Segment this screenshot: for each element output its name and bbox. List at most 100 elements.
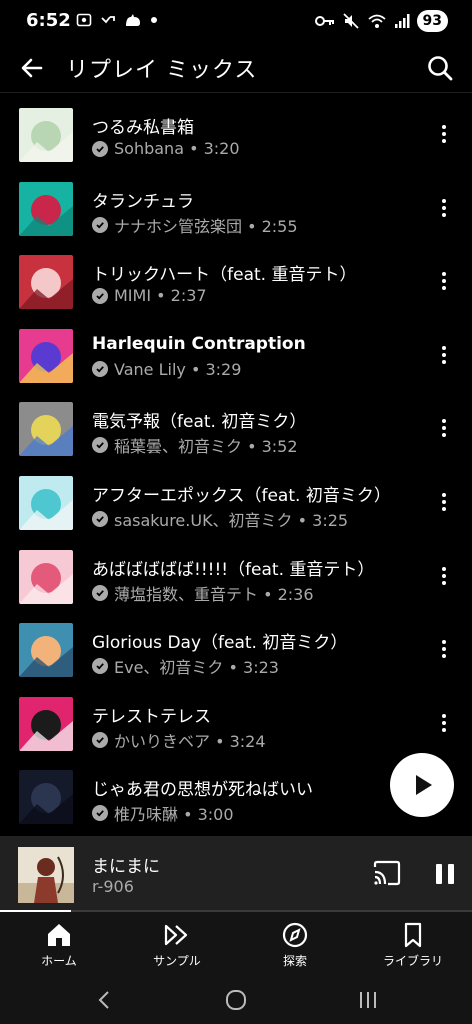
track-title: アフターエポックス（feat. 初音ミク） [92,485,391,506]
system-recents-button[interactable] [352,986,384,1014]
samples-icon [164,924,188,946]
nav-library[interactable]: ライブラリ [354,912,472,978]
nav-samples[interactable]: サンプル [118,912,236,978]
track-row[interactable]: あばばばばば!!!!!（feat. 重音テト） 薄塩指数、重音テト • 2:36 [0,540,472,614]
status-bar: 6:52 93 [0,0,472,44]
track-row[interactable]: 電気予報（feat. 初音ミク） 稲葉曇、初音ミク • 3:52 [0,392,472,466]
track-artwork [19,328,73,383]
track-list: つるみ私書箱 Sohbana • 3:20 タランチュラ ナナホシ管弦楽団 • 2:5… [0,98,472,834]
track-artist-duration: かいりきベア • 3:24 [114,731,266,751]
wifi-icon [367,14,386,28]
track-row[interactable]: つるみ私書箱 Sohbana • 3:20 [0,98,472,172]
track-title: Harlequin Contraption [92,333,306,354]
track-subtitle: Sohbana • 3:20 [92,139,240,158]
track-artwork [19,770,73,825]
mute-icon [342,13,359,29]
verified-check-icon [92,584,108,601]
system-back-button[interactable] [88,986,120,1014]
search-button[interactable] [422,50,458,86]
nav-home[interactable]: ホーム [0,912,118,978]
battery-badge: 93 [416,10,448,32]
verified-check-icon [92,287,108,304]
verified-check-icon [92,510,108,527]
track-title: トリックハート（feat. 重音テト） [92,265,357,286]
track-artwork [19,181,73,236]
status-time: 6:52 [26,10,71,31]
pause-icon [436,864,442,884]
track-artwork [19,549,73,604]
verified-check-icon [92,216,108,233]
verified-check-icon [92,140,108,157]
track-title: タランチュラ [92,191,194,212]
track-subtitle: かいりきベア • 3:24 [92,728,266,752]
page-title: リプレイ ミックス [66,58,258,83]
more-options-icon[interactable] [436,122,452,146]
track-row[interactable]: Harlequin Contraption Vane Lily • 3:29 [0,319,472,393]
library-icon [404,922,422,948]
track-artwork [19,696,73,751]
track-artist-duration: ナナホシ管弦楽団 • 2:55 [114,216,298,236]
mini-player[interactable]: まにまに r-906 [0,836,472,912]
mini-player-title: まにまに [92,857,160,877]
track-artist-duration: 椎乃味醂 • 3:00 [114,805,234,825]
system-navigation-bar [0,978,472,1024]
more-options-icon[interactable] [436,637,452,661]
nav-explore[interactable]: 探索 [236,912,354,978]
track-row[interactable]: トリックハート（feat. 重音テト） MIMI • 2:37 [0,245,472,319]
track-title: つるみ私書箱 [92,118,194,138]
mini-player-artist: r-906 [92,877,134,896]
bottom-navigation: ホーム サンプル 探索 ライブラリ [0,912,472,978]
explore-icon [282,922,308,948]
track-row[interactable]: Glorious Day（feat. 初音ミク） Eve、初音ミク • 3:23 [0,613,472,687]
verified-check-icon [92,805,108,822]
status-left-icons [76,12,158,28]
recents-icon [360,992,376,1008]
play-icon [416,775,432,795]
play-all-button[interactable] [390,753,454,817]
track-artist-duration: Eve、初音ミク • 3:23 [114,658,279,678]
more-options-icon[interactable] [436,196,452,220]
search-icon [428,56,453,81]
track-artwork [19,255,73,310]
track-subtitle: sasakure.UK、初音ミク • 3:25 [92,507,348,531]
track-artist-duration: 稲葉曇、初音ミク • 3:52 [114,437,298,457]
verified-check-icon [92,437,108,454]
track-artwork [19,402,73,457]
track-row[interactable]: タランチュラナナホシ管弦楽団 • 2:55 [0,172,472,246]
more-options-icon[interactable] [436,343,452,367]
dot-icon [151,17,157,23]
home-icon [48,924,70,946]
track-subtitle: MIMI • 2:37 [92,286,207,305]
verified-check-icon [92,361,108,378]
verified-check-icon [92,731,108,748]
track-artwork [19,623,73,678]
more-options-icon[interactable] [436,490,452,514]
nav-explore-label: 探索 [282,954,307,968]
track-row[interactable]: アフターエポックス（feat. 初音ミク） sasakure.UK、初音ミク • … [0,466,472,540]
track-artist-duration: Vane Lily • 3:29 [114,359,242,379]
system-home-button[interactable] [220,986,252,1014]
more-options-icon[interactable] [436,564,452,588]
cast-icon [373,860,401,886]
nav-home-label: ホーム [41,954,77,968]
track-title: テレストテレス [92,706,211,727]
track-title: じゃあ君の思想が死ねばいい [92,780,313,801]
track-artist-duration: MIMI • 2:37 [114,286,207,306]
more-options-icon[interactable] [436,711,452,735]
track-row[interactable]: テレストテレスかいりきベア • 3:24 [0,687,472,761]
verified-check-icon [92,658,108,675]
back-button[interactable] [14,50,50,86]
more-options-icon[interactable] [436,269,452,293]
missed-call-icon [101,16,115,24]
more-options-icon[interactable] [436,416,452,440]
track-title: あばばばばば!!!!!（feat. 重音テト） [92,559,375,580]
track-subtitle: 薄塩指数、重音テト • 2:36 [92,581,314,605]
track-artist-duration: sasakure.UK、初音ミク • 3:25 [114,510,349,530]
home-circle-icon [226,990,246,1010]
track-subtitle: ナナホシ管弦楽団 • 2:55 [92,213,298,237]
status-right-icons: 93 [314,10,448,32]
track-title: 電気予報（feat. 初音ミク） [92,412,307,433]
chevron-left-icon [98,991,109,1009]
pause-button[interactable] [432,860,458,888]
cast-button[interactable] [372,860,406,890]
